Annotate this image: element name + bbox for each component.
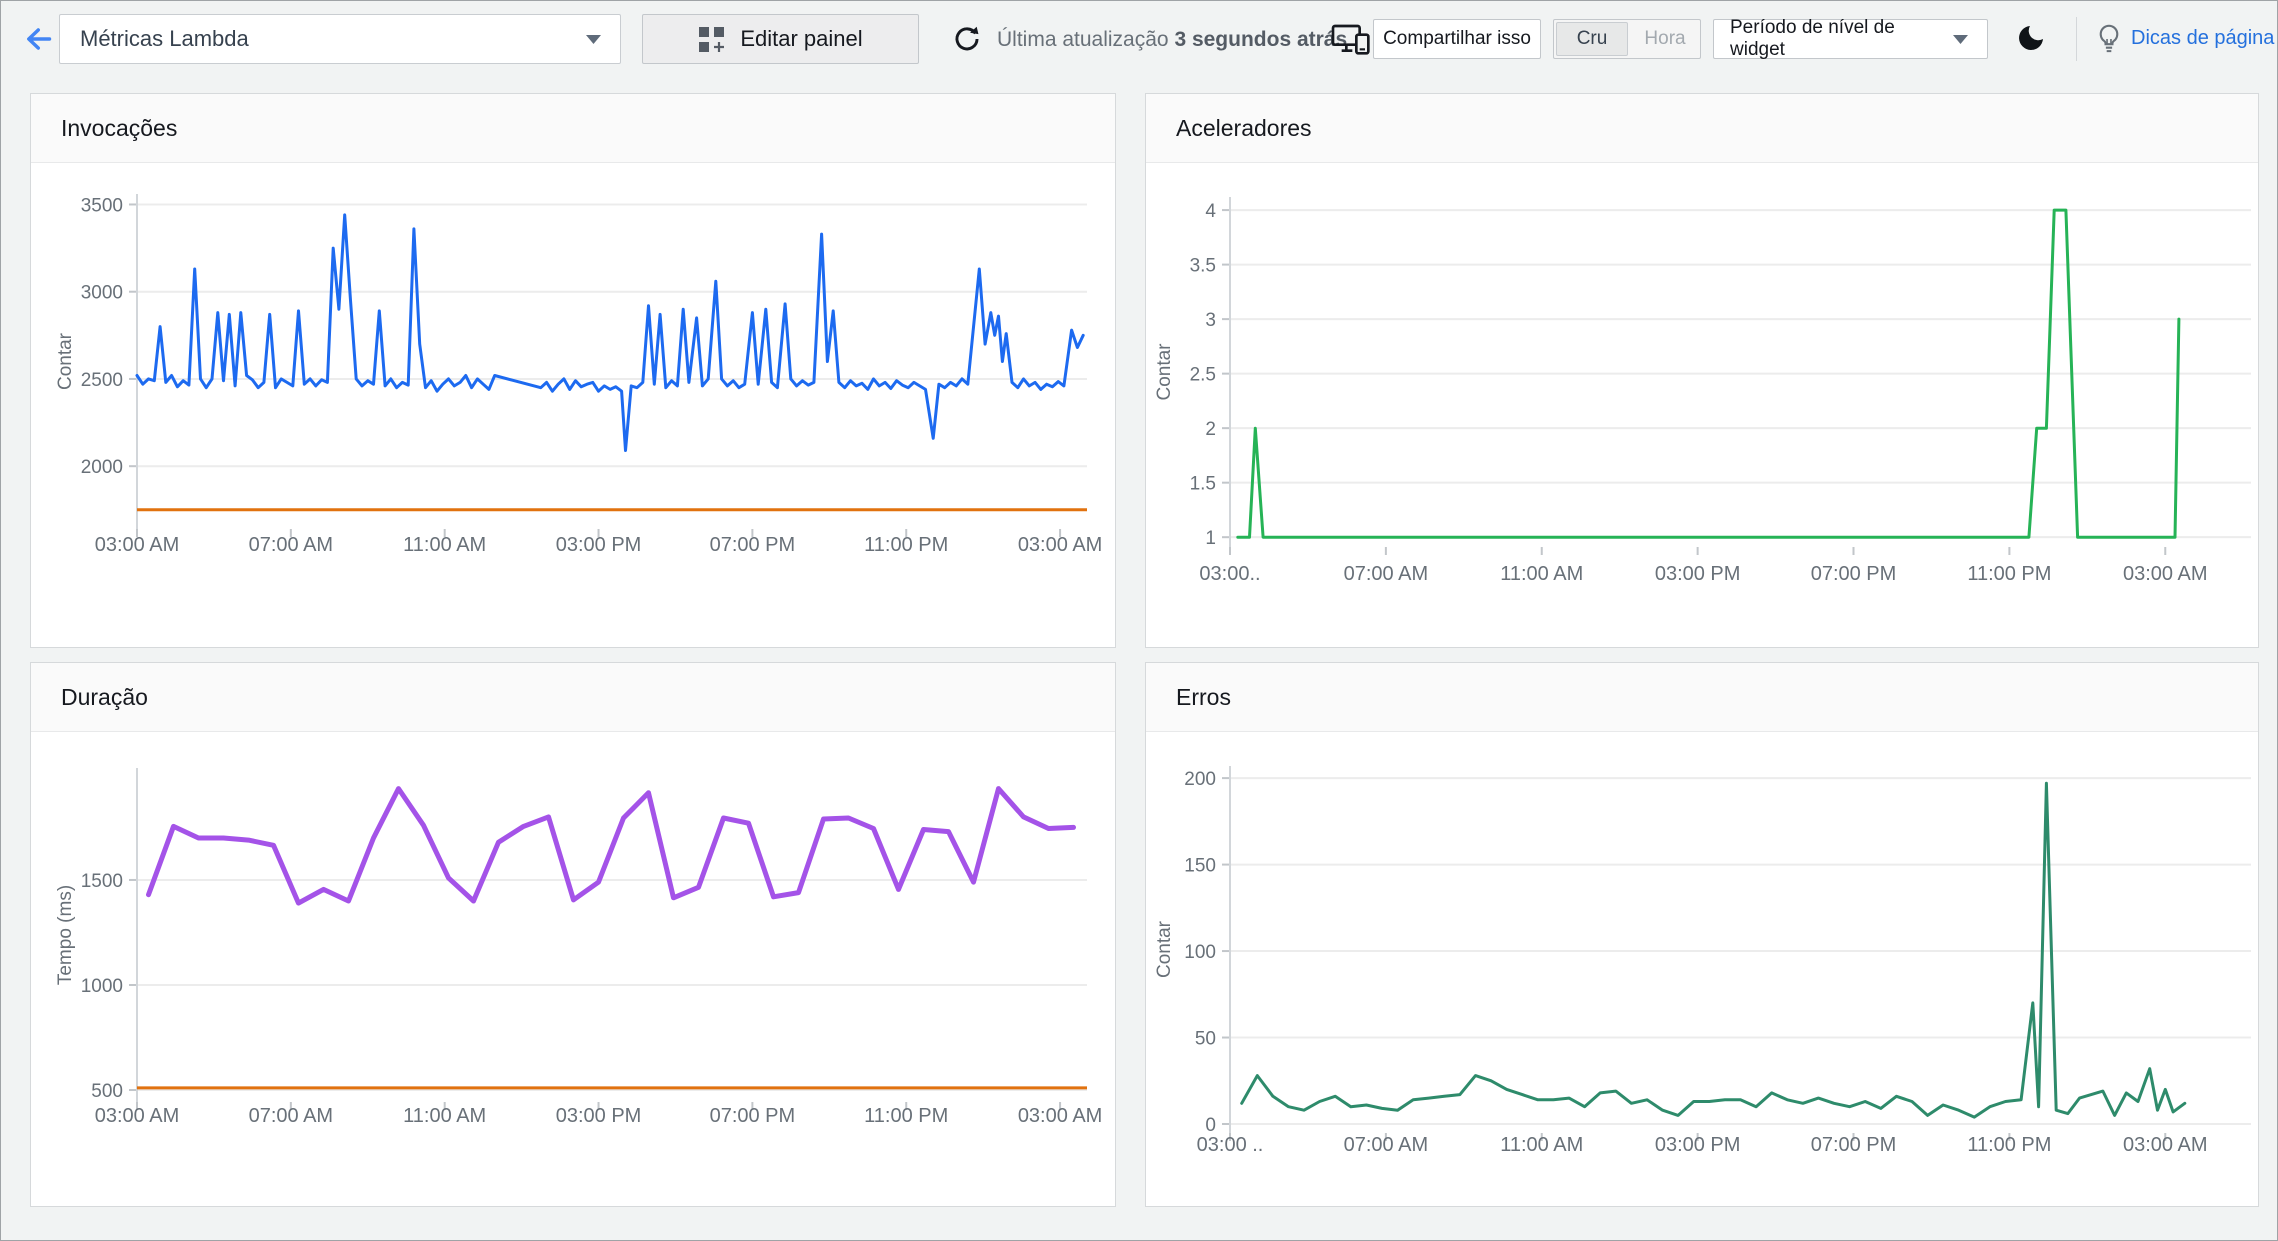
svg-text:03:00 ..: 03:00 .. xyxy=(1197,1134,1264,1156)
dashboard-select[interactable]: Métricas Lambda xyxy=(59,14,621,64)
widget-header: Duração xyxy=(31,663,1115,732)
svg-text:07:00 AM: 07:00 AM xyxy=(1344,563,1429,585)
toolbar: Métricas Lambda Editar painel Última atu… xyxy=(1,1,2277,77)
svg-text:11:00 AM: 11:00 AM xyxy=(1500,1134,1583,1156)
svg-text:Contar: Contar xyxy=(55,332,76,390)
widget-title: Invocações xyxy=(61,114,178,141)
svg-text:2: 2 xyxy=(1205,419,1216,440)
svg-text:03:00 AM: 03:00 AM xyxy=(95,1105,180,1127)
lightbulb-icon xyxy=(2099,24,2119,53)
edit-dashboard-button[interactable]: Editar painel xyxy=(642,14,919,64)
svg-text:4: 4 xyxy=(1205,201,1216,222)
widget-title: Aceleradores xyxy=(1176,114,1312,141)
svg-text:11:00 AM: 11:00 AM xyxy=(403,534,486,556)
svg-text:03:00 PM: 03:00 PM xyxy=(1655,563,1741,585)
svg-text:03:00 AM: 03:00 AM xyxy=(95,534,180,556)
svg-text:Contar: Contar xyxy=(1154,920,1175,978)
dark-mode-moon-icon[interactable] xyxy=(2015,22,2047,54)
svg-text:11:00 AM: 11:00 AM xyxy=(1500,563,1583,585)
svg-text:1000: 1000 xyxy=(81,976,123,997)
svg-text:1500: 1500 xyxy=(81,871,123,892)
last-updated-status: Última atualização 3 segundos atrás xyxy=(997,28,1348,51)
widget-header: Aceleradores xyxy=(1146,94,2258,163)
cloudwatch-dashboard-page: Métricas Lambda Editar painel Última atu… xyxy=(0,0,2278,1241)
svg-text:3500: 3500 xyxy=(81,195,123,216)
duration-widget[interactable]: Duração 1500 1000 500 03:00 AM 07:00 AM 11:00… xyxy=(30,662,1116,1207)
svg-text:03:00 PM: 03:00 PM xyxy=(1655,1134,1741,1156)
svg-text:50: 50 xyxy=(1195,1029,1216,1050)
svg-text:07:00 PM: 07:00 PM xyxy=(710,534,796,556)
widget-period-select[interactable]: Período de nível de widget xyxy=(1713,17,1988,60)
share-button-label: Compartilhar isso xyxy=(1383,28,1531,49)
svg-text:07:00 AM: 07:00 AM xyxy=(249,1105,334,1127)
raw-time-toggle: Cru Hora xyxy=(1553,19,1701,59)
page-tips-link[interactable]: Dicas de página xyxy=(2131,27,2274,50)
invocations-chart: 3500 3000 2500 2000 03:00 AM 07:00 AM 11:00 AM… xyxy=(55,194,1103,556)
errors-widget[interactable]: Erros 200 150 100 50 0 03:00 .. 07:00 AM 11:00 … xyxy=(1145,662,2259,1207)
toggle-raw[interactable]: Cru xyxy=(1556,22,1628,56)
svg-text:07:00 AM: 07:00 AM xyxy=(1344,1134,1429,1156)
svg-text:2.5: 2.5 xyxy=(1190,365,1216,386)
svg-text:11:00 PM: 11:00 PM xyxy=(864,1105,948,1127)
widget-header: Invocações xyxy=(31,94,1115,163)
svg-text:03:00 AM: 03:00 AM xyxy=(1018,534,1103,556)
grid-plus-icon xyxy=(699,26,725,52)
widget-title: Erros xyxy=(1176,683,1231,710)
svg-text:100: 100 xyxy=(1184,942,1216,963)
svg-text:07:00 PM: 07:00 PM xyxy=(1811,563,1897,585)
widget-period-value: Período de nível de widget xyxy=(1730,17,1895,60)
svg-text:03:00 AM: 03:00 AM xyxy=(2123,563,2208,585)
svg-text:03:00 AM: 03:00 AM xyxy=(2123,1134,2208,1156)
duration-chart: 1500 1000 500 03:00 AM 07:00 AM 11:00 AM 03:00… xyxy=(55,768,1103,1127)
svg-text:500: 500 xyxy=(91,1081,123,1102)
svg-text:11:00 PM: 11:00 PM xyxy=(864,534,948,556)
svg-text:03:00 PM: 03:00 PM xyxy=(556,534,642,556)
errors-chart: 200 150 100 50 003:00 .. 07:00 AM 11:00 AM 03:0… xyxy=(1154,766,2251,1156)
svg-text:1.5: 1.5 xyxy=(1190,474,1216,495)
svg-text:11:00 AM: 11:00 AM xyxy=(403,1105,486,1127)
svg-text:11:00 PM: 11:00 PM xyxy=(1967,1134,2051,1156)
svg-text:2000: 2000 xyxy=(81,457,123,478)
toggle-time[interactable]: Hora xyxy=(1630,20,1700,58)
svg-text:07:00 PM: 07:00 PM xyxy=(710,1105,796,1127)
svg-text:Contar: Contar xyxy=(1154,343,1175,401)
share-button[interactable]: Compartilhar isso xyxy=(1373,19,1541,59)
svg-text:150: 150 xyxy=(1184,856,1216,877)
throttles-chart: 4 3.5 3 2.5 2 1.5 1 03:00.. 07:00 AM 11:00 AM 03:0… xyxy=(1154,197,2251,585)
svg-text:07:00 PM: 07:00 PM xyxy=(1811,1134,1897,1156)
chevron-down-icon xyxy=(1953,34,1968,44)
svg-text:3: 3 xyxy=(1205,310,1216,331)
svg-text:03:00 PM: 03:00 PM xyxy=(556,1105,642,1127)
toolbar-divider xyxy=(2076,17,2077,61)
svg-text:03:00 AM: 03:00 AM xyxy=(1018,1105,1103,1127)
svg-text:Tempo (ms): Tempo (ms) xyxy=(55,885,76,985)
invocations-widget[interactable]: Invocações 3500 3000 2500 2000 03:00 AM 07:00… xyxy=(30,93,1116,648)
svg-text:0: 0 xyxy=(1205,1115,1216,1136)
svg-text:3000: 3000 xyxy=(81,283,123,304)
refresh-icon[interactable] xyxy=(953,25,981,53)
svg-text:2500: 2500 xyxy=(81,370,123,391)
widget-header: Erros xyxy=(1146,663,2258,732)
edit-dashboard-label: Editar painel xyxy=(740,26,863,51)
chevron-down-icon xyxy=(586,34,601,44)
svg-text:03:00..: 03:00.. xyxy=(1199,563,1260,585)
last-updated-time: 3 segundos atrás xyxy=(1174,28,1348,51)
svg-text:200: 200 xyxy=(1184,769,1216,790)
throttles-widget[interactable]: Aceleradores 4 3.5 3 2.5 2 1.5 1 03:00.. 07:00 A… xyxy=(1145,93,2259,648)
svg-text:1: 1 xyxy=(1205,528,1216,549)
svg-text:3.5: 3.5 xyxy=(1190,256,1216,277)
svg-text:07:00 AM: 07:00 AM xyxy=(249,534,334,556)
dashboard-select-value: Métricas Lambda xyxy=(80,26,249,51)
devices-icon[interactable] xyxy=(1331,23,1371,57)
svg-text:11:00 PM: 11:00 PM xyxy=(1967,563,2051,585)
widget-title: Duração xyxy=(61,683,148,710)
back-arrow-button[interactable] xyxy=(21,21,57,57)
